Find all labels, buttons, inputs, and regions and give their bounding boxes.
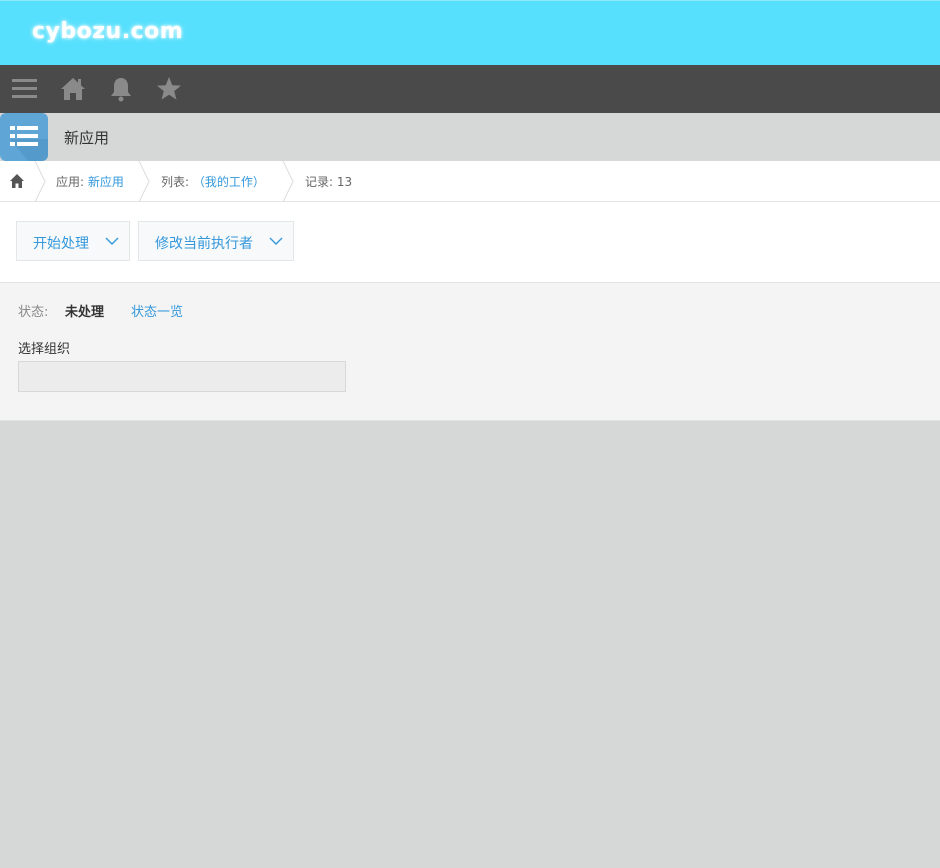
menu-icon[interactable] bbox=[11, 75, 39, 103]
star-icon[interactable] bbox=[155, 75, 183, 103]
change-assignee-button[interactable]: 修改当前执行者 bbox=[138, 221, 294, 261]
home-icon[interactable] bbox=[59, 75, 87, 103]
breadcrumb-separator bbox=[138, 161, 150, 202]
app-title: 新应用 bbox=[64, 129, 110, 147]
start-processing-label: 开始处理 bbox=[33, 236, 89, 252]
cybozu-logo[interactable]: cybozu.com bbox=[32, 19, 183, 44]
breadcrumb-home-icon[interactable] bbox=[9, 173, 25, 193]
bell-icon[interactable] bbox=[107, 75, 135, 103]
breadcrumb-app: 应用: 新应用 bbox=[56, 173, 124, 190]
breadcrumb-separator bbox=[34, 161, 46, 202]
breadcrumb-record: 记录: 13 bbox=[305, 175, 353, 189]
nav-bar bbox=[0, 65, 940, 113]
top-bar: cybozu.com bbox=[0, 0, 940, 65]
org-select-field[interactable] bbox=[18, 361, 346, 392]
change-assignee-label: 修改当前执行者 bbox=[155, 236, 253, 252]
chevron-down-icon bbox=[269, 237, 283, 245]
status-value: 未处理 bbox=[65, 305, 105, 320]
org-field-label: 选择组织 bbox=[18, 342, 71, 357]
breadcrumb-app-prefix: 应用: bbox=[56, 175, 85, 189]
breadcrumb-view: 列表: （我的工作） bbox=[161, 173, 265, 190]
breadcrumb-view-link[interactable]: （我的工作） bbox=[193, 175, 265, 189]
list-app-icon[interactable] bbox=[0, 113, 48, 161]
start-processing-button[interactable]: 开始处理 bbox=[16, 221, 130, 261]
breadcrumb-separator bbox=[282, 161, 294, 202]
status-panel: 状态: 未处理 状态一览 选择组织 bbox=[0, 283, 940, 421]
chevron-down-icon bbox=[105, 237, 119, 245]
app-header: 新应用 bbox=[0, 113, 940, 161]
status-label: 状态: bbox=[18, 305, 49, 320]
breadcrumb-view-prefix: 列表: bbox=[161, 175, 190, 189]
breadcrumb-app-link[interactable]: 新应用 bbox=[88, 175, 124, 189]
breadcrumb: 应用: 新应用 列表: （我的工作） 记录: 13 bbox=[0, 161, 940, 202]
status-list-link[interactable]: 状态一览 bbox=[131, 301, 183, 320]
action-toolbar: 开始处理 修改当前执行者 bbox=[0, 202, 940, 283]
